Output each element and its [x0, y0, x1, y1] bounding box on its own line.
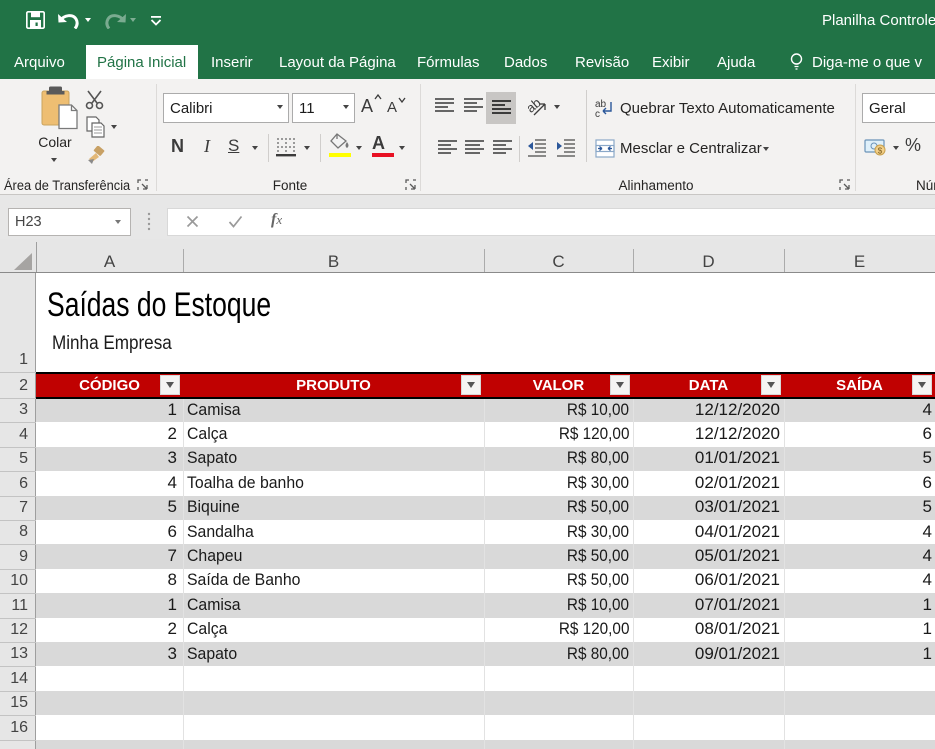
svg-text:$: $ — [878, 147, 883, 156]
svg-text:c: c — [595, 109, 600, 118]
